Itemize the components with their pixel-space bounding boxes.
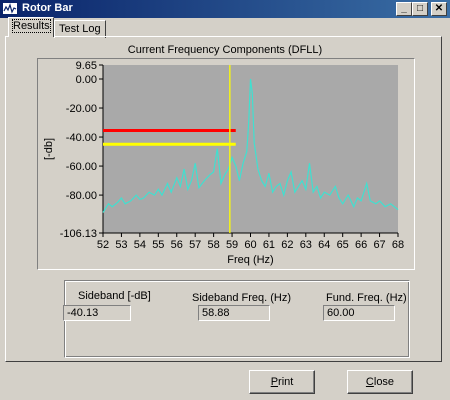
y-tick-label: 0.00 bbox=[76, 74, 97, 86]
x-tick-label: 54 bbox=[134, 239, 146, 251]
x-tick-label: 53 bbox=[115, 239, 127, 251]
x-tick-label: 52 bbox=[97, 239, 109, 251]
x-tick-label: 68 bbox=[392, 239, 404, 251]
x-tick-label: 64 bbox=[318, 239, 330, 251]
print-label-rest: rint bbox=[278, 376, 294, 388]
x-tick-label: 62 bbox=[281, 239, 293, 251]
x-tick-label: 58 bbox=[208, 239, 220, 251]
y-tick-label: -80.00 bbox=[66, 190, 97, 202]
x-tick-label: 65 bbox=[337, 239, 349, 251]
y-axis-label: [-db] bbox=[43, 138, 55, 160]
close-button[interactable]: Close bbox=[347, 370, 413, 394]
fund-freq-label: Fund. Freq. (Hz) bbox=[326, 292, 407, 304]
close-label-rest: lose bbox=[373, 376, 395, 388]
x-axis-label: Freq (Hz) bbox=[227, 254, 273, 266]
y-tick-label: 9.65 bbox=[76, 60, 97, 72]
tab-results[interactable]: Results bbox=[8, 17, 54, 37]
sideband-value-field: -40.13 bbox=[63, 305, 131, 321]
sideband-freq-label: Sideband Freq. (Hz) bbox=[192, 292, 292, 304]
print-mnemonic: P bbox=[270, 376, 279, 388]
x-tick-label: 61 bbox=[263, 239, 275, 251]
x-tick-label: 63 bbox=[300, 239, 312, 251]
x-tick-label: 60 bbox=[244, 239, 256, 251]
x-tick-label: 57 bbox=[189, 239, 201, 251]
tab-results-label: Results bbox=[12, 19, 51, 33]
sideband-freq-value-field: 58.88 bbox=[198, 305, 270, 321]
print-button[interactable]: Print bbox=[249, 370, 315, 394]
x-tick-label: 66 bbox=[355, 239, 367, 251]
y-tick-label: -60.00 bbox=[66, 161, 97, 173]
y-tick-label: -40.00 bbox=[66, 132, 97, 144]
y-tick-label: -20.00 bbox=[66, 103, 97, 115]
sideband-label: Sideband [-dB] bbox=[78, 290, 151, 302]
y-tick-label: -106.13 bbox=[60, 228, 97, 240]
x-tick-label: 67 bbox=[373, 239, 385, 251]
x-tick-label: 55 bbox=[152, 239, 164, 251]
x-tick-label: 56 bbox=[171, 239, 183, 251]
x-tick-label: 59 bbox=[226, 239, 238, 251]
close-mnemonic: C bbox=[365, 376, 374, 388]
fund-freq-value-field: 60.00 bbox=[323, 305, 395, 321]
